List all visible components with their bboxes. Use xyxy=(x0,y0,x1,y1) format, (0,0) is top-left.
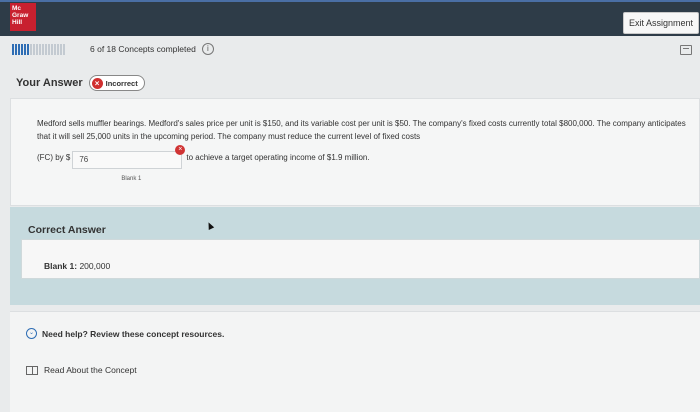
correct-answer-text: Blank 1: 200,000 xyxy=(44,261,110,271)
incorrect-badge-text: Incorrect xyxy=(105,78,138,88)
logo-line-2: Graw xyxy=(12,12,29,19)
progress-segment-remaining xyxy=(30,43,32,55)
blank-1-input[interactable]: 76 × Blank 1 xyxy=(72,145,186,182)
progress-segment-remaining xyxy=(45,43,47,55)
progress-segment-remaining xyxy=(54,43,56,55)
progress-segment-done xyxy=(24,43,26,55)
top-accent-line xyxy=(0,0,700,2)
read-about-concept-text: Read About the Concept xyxy=(44,365,137,375)
concept-progress: 6 of 18 Concepts completed i xyxy=(12,41,214,57)
progress-bar xyxy=(12,43,84,55)
progress-segment-remaining xyxy=(33,43,35,55)
question-answer-line: (FC) by $ 76 × Blank 1 to achieve a targ… xyxy=(37,145,370,182)
info-icon[interactable]: i xyxy=(201,43,214,55)
correct-blank-label: Blank 1: xyxy=(44,261,78,271)
logo-line-1: Mc xyxy=(12,5,22,12)
progress-segment-remaining xyxy=(60,43,62,55)
progress-segment-done xyxy=(12,43,14,55)
help-toggle[interactable]: ⌄ Need help? Review these concept resour… xyxy=(26,328,224,339)
progress-text: 6 of 18 Concepts completed xyxy=(90,44,196,54)
your-answer-label: Your Answer xyxy=(16,77,83,89)
progress-segment-remaining xyxy=(57,43,59,55)
correct-answer-section: Correct Answer Blank 1: 200,000 xyxy=(10,207,700,305)
exit-assignment-button[interactable]: Exit Assignment xyxy=(623,12,699,34)
question-text: Medford sells muffler bearings. Medford'… xyxy=(37,119,686,141)
print-icon[interactable] xyxy=(680,45,692,55)
progress-segment-done xyxy=(15,43,17,55)
top-bar: Mc Graw Hill Exit Assignment xyxy=(0,0,700,36)
mcgraw-hill-logo: Mc Graw Hill xyxy=(10,3,36,31)
progress-segment-remaining xyxy=(42,43,44,55)
book-icon xyxy=(26,365,38,375)
help-text: Need help? Review these concept resource… xyxy=(42,328,225,339)
blank-1-caption: Blank 1 xyxy=(121,176,142,182)
progress-segment-done xyxy=(21,43,23,55)
progress-segment-remaining xyxy=(63,43,65,55)
correct-answer-title: Correct Answer xyxy=(28,224,106,236)
help-section: ⌄ Need help? Review these concept resour… xyxy=(10,311,700,412)
logo-line-3: Hill xyxy=(12,19,23,26)
correct-blank-value: 200,000 xyxy=(79,261,111,271)
progress-segment-done xyxy=(27,43,29,55)
progress-segment-remaining xyxy=(36,43,38,55)
question-prefix: (FC) by $ xyxy=(37,153,71,162)
progress-segment-remaining xyxy=(39,43,41,55)
read-about-concept-link[interactable]: Read About the Concept xyxy=(26,365,137,375)
chevron-down-icon: ⌄ xyxy=(26,328,37,339)
question-card: Medford sells muffler bearings. Medford'… xyxy=(10,98,700,206)
incorrect-x-icon: × xyxy=(91,77,103,89)
progress-segment-remaining xyxy=(48,43,50,55)
progress-segment-remaining xyxy=(51,43,53,55)
incorrect-badge: × Incorrect xyxy=(88,75,145,91)
question-suffix: to achieve a target operating income of … xyxy=(186,153,370,162)
your-answer-header: Your Answer × Incorrect xyxy=(16,75,145,91)
progress-segment-done xyxy=(18,43,20,55)
correct-answer-card: Blank 1: 200,000 xyxy=(21,239,700,279)
blank-1-value: 76 xyxy=(79,155,89,164)
blank-incorrect-icon: × xyxy=(175,145,186,155)
